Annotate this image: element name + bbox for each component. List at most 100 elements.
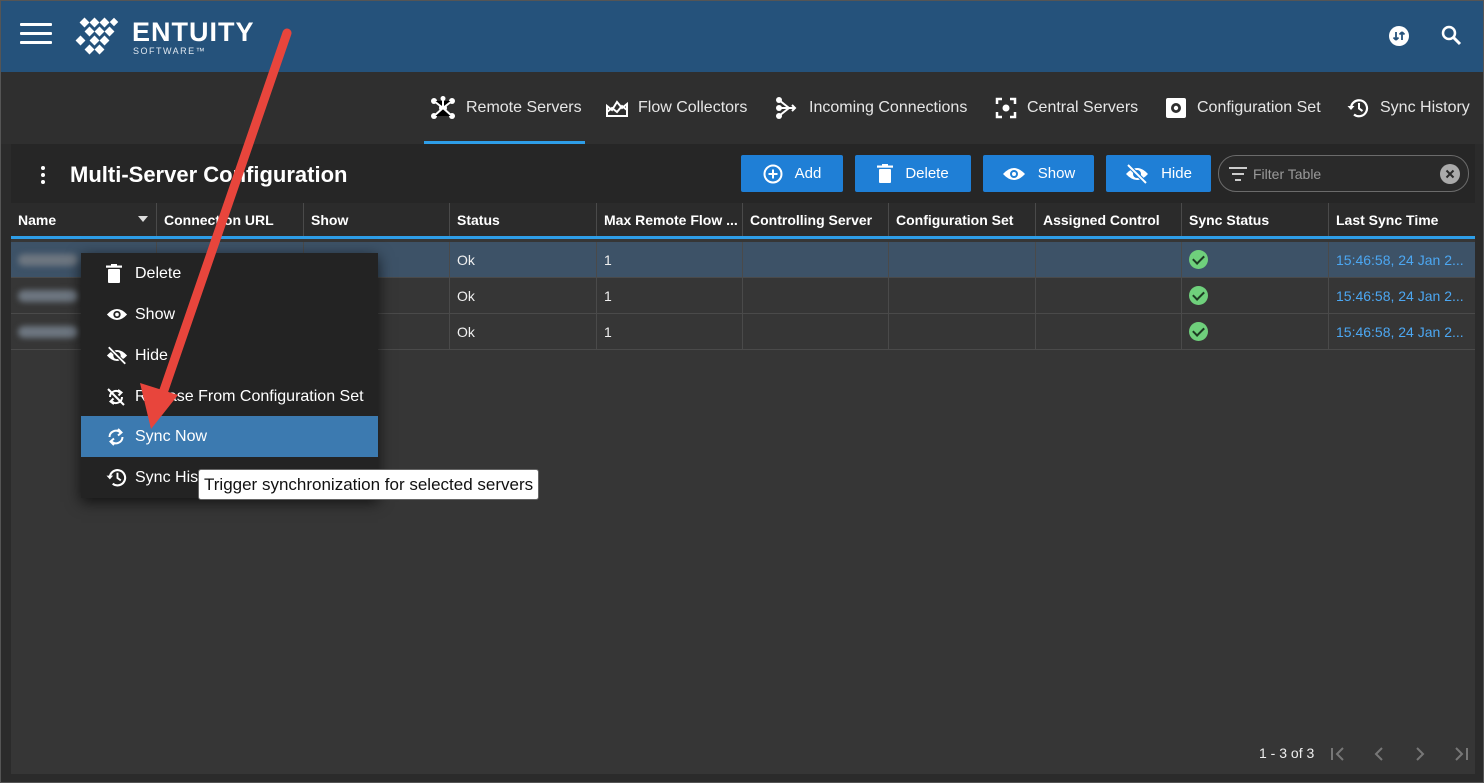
cell-last-sync-time: 15:46:58, 24 Jan 2... (1336, 323, 1464, 340)
row-context-menu: Delete Show Hide Release From Configurat… (81, 253, 378, 498)
menu-item-delete[interactable]: Delete (81, 253, 378, 294)
first-page-icon[interactable] (1328, 744, 1348, 764)
center-focus-icon (995, 97, 1017, 119)
cell-configuration-set (889, 242, 1036, 277)
column-label: Last Sync Time (1336, 211, 1439, 228)
column-label: Connection URL (164, 211, 274, 228)
column-last-sync-time[interactable]: Last Sync Time (1329, 203, 1475, 236)
search-icon[interactable] (1439, 23, 1465, 49)
trash-icon (106, 264, 122, 283)
hub-icon (431, 96, 455, 119)
tab-central-servers[interactable]: Central Servers (995, 72, 1138, 144)
tab-flow-collectors[interactable]: Flow Collectors (606, 72, 747, 144)
tab-label: Sync History (1380, 99, 1470, 116)
tab-label: Configuration Set (1197, 99, 1321, 116)
add-button[interactable]: Add (741, 155, 843, 192)
cell-configuration-set (889, 278, 1036, 313)
more-vert-icon[interactable] (39, 166, 47, 184)
pagination: 1 - 3 of 3 (1245, 742, 1475, 766)
tab-bar: Remote Servers Flow Collectors Incoming … (1, 72, 1483, 144)
page-title: Multi-Server Configuration (70, 162, 348, 187)
column-sync-status[interactable]: Sync Status (1182, 203, 1329, 236)
cell-sync-status (1182, 314, 1329, 349)
tab-label: Remote Servers (466, 99, 582, 116)
brand-sub: SOFTWARE™ (133, 46, 207, 56)
tab-remote-servers[interactable]: Remote Servers (424, 72, 585, 144)
column-connection-url[interactable]: Connection URL (157, 203, 304, 236)
brand-logo: ENTUITY SOFTWARE™ (75, 15, 255, 59)
sync-status-icon[interactable] (1386, 23, 1412, 49)
show-button-label: Show (1037, 165, 1076, 182)
add-button-label: Add (794, 165, 822, 182)
delete-button[interactable]: Delete (855, 155, 971, 192)
hide-button[interactable]: Hide (1106, 155, 1211, 192)
eye-off-icon (106, 346, 128, 365)
trash-icon (877, 164, 894, 183)
menu-item-show[interactable]: Show (81, 294, 378, 335)
cell-controlling-server (743, 314, 889, 349)
last-page-icon[interactable] (1451, 744, 1471, 764)
tab-configuration-set[interactable]: Configuration Set (1165, 72, 1321, 144)
menu-item-label: Delete (135, 264, 182, 282)
column-name[interactable]: Name (11, 203, 157, 236)
column-show[interactable]: Show (304, 203, 450, 236)
menu-item-label: Release From Configuration Set (135, 387, 364, 405)
pagination-range: 1 - 3 of 3 (1259, 745, 1315, 761)
column-label: Status (457, 211, 500, 228)
app-window: ENTUITY SOFTWARE™ Remote Servers Flow Co… (0, 0, 1484, 783)
filter-table (1218, 155, 1469, 192)
column-label: Max Remote Flow ... (604, 211, 738, 228)
column-assigned-control[interactable]: Assigned Control (1036, 203, 1182, 236)
entuity-logo-icon (75, 17, 119, 55)
menu-icon[interactable] (20, 23, 52, 45)
tab-incoming-connections[interactable]: Incoming Connections (775, 72, 967, 144)
chart-area-icon (606, 100, 628, 117)
redacted-name (18, 289, 78, 302)
column-label: Name (18, 211, 57, 228)
prev-page-icon[interactable] (1369, 744, 1389, 764)
menu-item-label: Show (135, 305, 176, 323)
show-button[interactable]: Show (983, 155, 1094, 192)
filter-input[interactable] (1253, 164, 1433, 184)
incoming-icon (776, 97, 797, 119)
check-circle-icon (1189, 286, 1208, 305)
column-max-remote-flow[interactable]: Max Remote Flow ... (597, 203, 743, 236)
eye-icon (106, 309, 128, 320)
menu-item-release-from-configuration-set[interactable]: Release From Configuration Set (81, 376, 378, 417)
column-status[interactable]: Status (450, 203, 597, 236)
cell-status: Ok (450, 242, 597, 277)
tab-sync-history[interactable]: Sync History (1347, 72, 1470, 144)
sync-off-icon (107, 387, 125, 406)
add-circle-icon (763, 164, 783, 183)
cell-last-sync-time: 15:46:58, 24 Jan 2... (1336, 287, 1464, 304)
history-icon (1347, 99, 1369, 118)
menu-item-sync-now[interactable]: Sync Now (81, 416, 378, 457)
cell-max-flow: 1 (597, 278, 743, 313)
cell-controlling-server (743, 278, 889, 313)
column-label: Show (311, 211, 349, 228)
history-icon (106, 469, 127, 487)
redacted-name (18, 253, 78, 266)
table-header: Name Connection URL Show Status Max Remo… (11, 203, 1475, 239)
cell-assigned-control (1036, 314, 1182, 349)
cell-configuration-set (889, 314, 1036, 349)
check-circle-icon (1189, 250, 1208, 269)
eye-off-icon (1126, 163, 1149, 184)
delete-button-label: Delete (905, 165, 949, 182)
next-page-icon[interactable] (1410, 744, 1430, 764)
cell-controlling-server (743, 242, 889, 277)
tab-label: Flow Collectors (638, 99, 748, 116)
check-circle-icon (1189, 322, 1208, 341)
sync-icon (108, 427, 124, 446)
tab-label: Incoming Connections (809, 99, 968, 116)
cell-sync-status (1182, 242, 1329, 277)
menu-item-label: Hide (135, 346, 168, 364)
column-configuration-set[interactable]: Configuration Set (889, 203, 1036, 236)
sort-down-icon[interactable] (138, 216, 148, 222)
clear-icon[interactable] (1440, 164, 1460, 184)
menu-item-hide[interactable]: Hide (81, 335, 378, 376)
column-label: Sync Status (1189, 211, 1270, 228)
panel-header: Multi-Server Configuration Add Delete Sh… (11, 144, 1475, 203)
sync-now-tooltip: Trigger synchronization for selected ser… (198, 469, 540, 500)
column-controlling-server[interactable]: Controlling Server (743, 203, 889, 236)
